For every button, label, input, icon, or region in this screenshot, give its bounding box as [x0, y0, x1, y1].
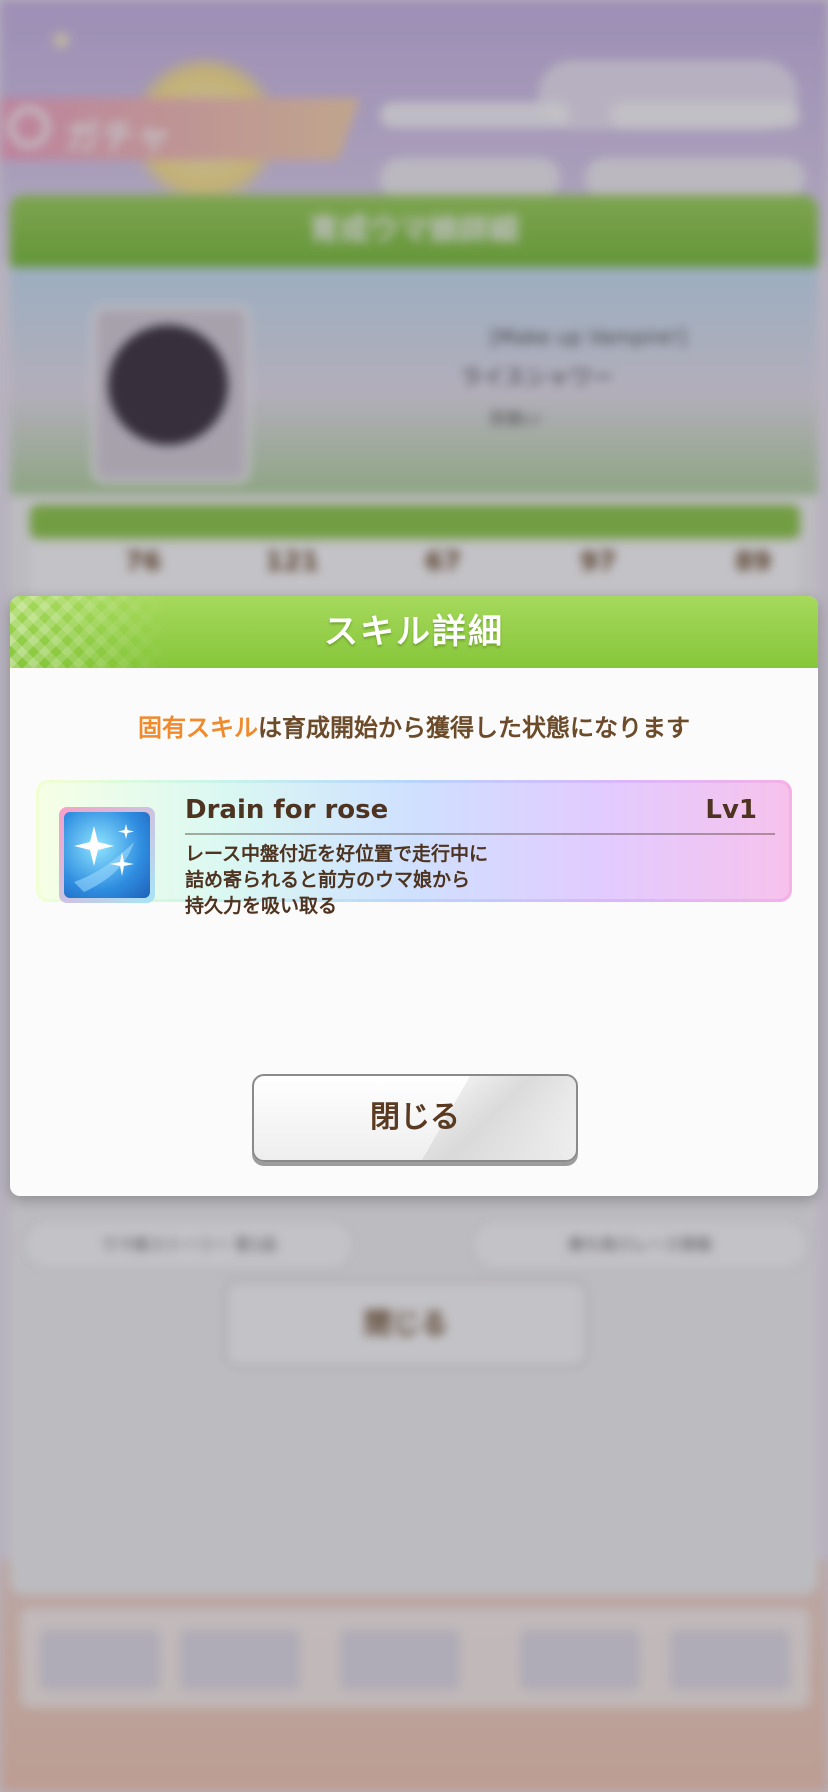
dialog-header: スキル詳細	[10, 596, 818, 668]
dialog-title: スキル詳細	[324, 612, 504, 652]
skill-card: Drain for rose Lv1 レース中盤付近を好位置で走行中に 詰め寄ら…	[36, 780, 792, 917]
skill-description-line: 詰め寄られると前方のウマ娘から	[185, 869, 471, 891]
notice-highlight: 固有スキル	[138, 714, 258, 742]
skill-detail-dialog: スキル詳細 固有スキルは育成開始から獲得した状態になります Drain for …	[10, 596, 818, 1196]
unique-skill-notice: 固有スキルは育成開始から獲得した状態になります	[10, 708, 818, 743]
close-button-label: 閉じる	[370, 1100, 460, 1135]
skill-name: Drain for rose	[185, 795, 389, 825]
skill-description-line: 持久力を吸い取る	[185, 895, 338, 917]
skill-divider	[185, 833, 775, 835]
skill-icon-frame	[59, 807, 155, 903]
skill-description-line: レース中盤付近を好位置で走行中に	[185, 843, 489, 865]
skill-card-body: Drain for rose Lv1 レース中盤付近を好位置で走行中に 詰め寄ら…	[39, 783, 789, 917]
skill-description: レース中盤付近を好位置で走行中に 詰め寄られると前方のウマ娘から 持久力を吸い取…	[185, 841, 745, 919]
skill-level: Lv1	[705, 795, 757, 825]
sparkle-icon	[64, 812, 150, 898]
close-button[interactable]: 閉じる	[252, 1074, 578, 1162]
notice-text: は育成開始から獲得した状態になります	[258, 714, 690, 742]
